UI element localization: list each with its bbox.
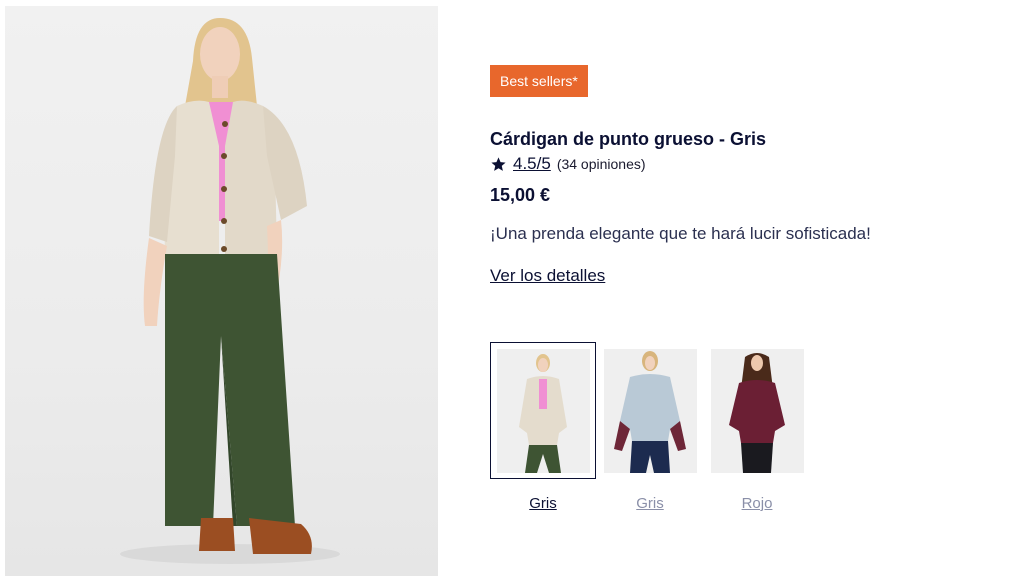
product-rating: 4.5/5 (34 opiniones) xyxy=(490,153,646,175)
variant-thumbnail-image xyxy=(603,348,697,473)
variant-label[interactable]: Gris xyxy=(597,495,703,512)
variant-option-1[interactable]: Gris xyxy=(490,342,596,512)
variant-label[interactable]: Rojo xyxy=(704,495,810,512)
variant-thumbnail-image xyxy=(496,348,590,473)
variant-thumbnail-image xyxy=(710,348,804,473)
product-title: Cárdigan de punto grueso - Gris xyxy=(490,129,767,149)
variant-option-3[interactable]: Rojo xyxy=(704,342,810,512)
variant-thumbnail-frame xyxy=(597,342,703,479)
star-icon xyxy=(491,156,506,171)
rating-score-link[interactable]: 4.5/5 xyxy=(513,154,551,174)
product-description: ¡Una prenda elegante que te hará lucir s… xyxy=(490,224,871,243)
variant-thumbnail-frame xyxy=(704,342,810,479)
best-sellers-badge: Best sellers* xyxy=(490,65,588,97)
variant-label[interactable]: Gris xyxy=(490,495,596,512)
product-main-image[interactable] xyxy=(5,6,438,576)
variant-option-2[interactable]: Gris xyxy=(597,342,703,512)
rating-count: (34 opiniones) xyxy=(556,156,646,172)
view-details-link[interactable]: Ver los detalles xyxy=(490,266,605,286)
product-price: 15,00 € xyxy=(490,185,551,205)
variant-thumbnail-frame xyxy=(490,342,596,479)
